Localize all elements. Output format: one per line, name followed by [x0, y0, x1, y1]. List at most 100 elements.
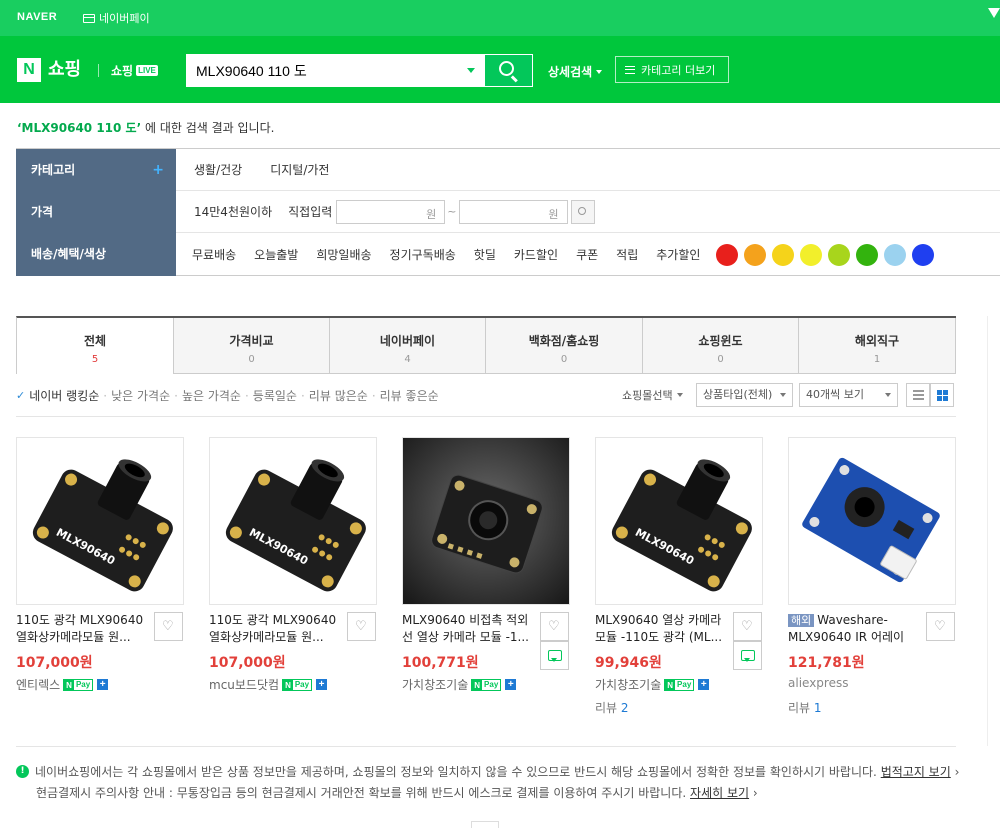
- shipping-item[interactable]: 쿠폰: [576, 246, 598, 263]
- product-card[interactable]: MLX90640 110도 광각 MLX90640 열화상카메라모듈 원... …: [209, 437, 379, 727]
- product-image[interactable]: [402, 437, 570, 605]
- product-price: 107,000원: [209, 655, 286, 671]
- sort-ranking[interactable]: 네이버 랭킹순: [29, 387, 99, 404]
- wishlist-button[interactable]: ♡: [347, 612, 376, 641]
- product-title[interactable]: 110도 광각 MLX90640 열화상카메라모듈 원...: [16, 612, 144, 646]
- shipping-item[interactable]: 오늘출발: [254, 246, 298, 263]
- tab-naver-pay[interactable]: 네이버페이 4: [330, 318, 486, 374]
- color-swatch[interactable]: [856, 243, 879, 266]
- wishlist-button[interactable]: ♡: [540, 612, 569, 641]
- product-card[interactable]: MLX90640 비접촉 적외선 열상 카메라 모듈 -1... ♡ 100,7…: [402, 437, 572, 727]
- product-mall[interactable]: 가치창조기술 N Pay +: [402, 676, 517, 693]
- product-mall[interactable]: aliexpress: [788, 676, 848, 690]
- sort-high-price[interactable]: 높은 가격순: [182, 387, 241, 404]
- sort-low-price[interactable]: 낮은 가격순: [111, 387, 170, 404]
- result-tabs: 전체 5 가격비교 0 네이버페이 4 백화점/홈쇼핑 0 쇼핑윈도 0 해외직…: [16, 316, 956, 374]
- chevron-down-icon: [885, 393, 891, 397]
- tab-shopping-window[interactable]: 쇼핑윈도 0: [643, 318, 799, 374]
- shipping-item[interactable]: 추가할인: [656, 246, 700, 263]
- shipping-item[interactable]: 적립: [616, 246, 638, 263]
- price-preset[interactable]: 14만4천원이하: [194, 203, 272, 220]
- result-keyword: ‘MLX90640 110 도’: [17, 121, 142, 135]
- product-card[interactable]: 해외Waveshare-MLX90640 IR 어레이 열 화... ♡ 121…: [788, 437, 958, 727]
- category-more-button[interactable]: 카테고리 더보기: [615, 56, 729, 83]
- legal-notice-link[interactable]: 법적고지 보기: [881, 765, 951, 779]
- tab-price-compare[interactable]: 가격비교 0: [174, 318, 330, 374]
- shopping-live-link[interactable]: 쇼핑 LIVE: [111, 62, 158, 79]
- npay-pay: Pay: [75, 680, 91, 689]
- detail-search-button[interactable]: 상세검색: [548, 63, 603, 80]
- shipping-item[interactable]: 희망일배송: [316, 246, 371, 263]
- npay-n: N: [665, 679, 676, 690]
- category-item[interactable]: 생활/건강: [194, 161, 242, 178]
- wishlist-button[interactable]: ♡: [926, 612, 955, 641]
- per-page-select[interactable]: 40개씩 보기: [799, 383, 898, 407]
- tab-overseas[interactable]: 해외직구 1: [799, 318, 956, 374]
- product-review[interactable]: 리뷰 2: [595, 699, 629, 716]
- product-price: 107,000원: [16, 655, 93, 671]
- wishlist-button[interactable]: ♡: [733, 612, 762, 641]
- sort-review-score[interactable]: 리뷰 좋은순: [380, 387, 439, 404]
- product-image[interactable]: MLX90640: [595, 437, 763, 605]
- shipping-row: 무료배송 오늘출발 희망일배송 정기구독배송 핫딜 카드할인 쿠폰 적립 추가할…: [176, 233, 1000, 276]
- wishlist-button[interactable]: ♡: [154, 612, 183, 641]
- sort-review-count[interactable]: 리뷰 많은순: [309, 387, 368, 404]
- product-review[interactable]: 리뷰 1: [788, 699, 822, 716]
- product-image[interactable]: MLX90640: [209, 437, 377, 605]
- product-card[interactable]: MLX90640 110도 광각 MLX90640 열화상카메라모듈 원... …: [16, 437, 186, 727]
- color-swatch[interactable]: [828, 243, 851, 266]
- product-mall[interactable]: 가치창조기술 N Pay +: [595, 676, 710, 693]
- shipping-item[interactable]: 무료배송: [192, 246, 236, 263]
- mall-select[interactable]: 쇼핑몰선택: [622, 387, 683, 403]
- color-swatch[interactable]: [716, 243, 739, 266]
- talk-button[interactable]: [733, 641, 762, 670]
- n-logo[interactable]: N: [17, 58, 41, 82]
- color-swatch[interactable]: [744, 243, 767, 266]
- shopping-logo-text[interactable]: 쇼핑: [48, 58, 81, 82]
- naver-pay-link[interactable]: 네이버페이: [83, 10, 150, 26]
- price-min-input[interactable]: 원: [336, 199, 446, 224]
- product-title[interactable]: MLX90640 열상 카메라 모듈 -110도 광각 (ML...: [595, 612, 723, 646]
- product-image[interactable]: MLX90640: [16, 437, 184, 605]
- info-icon: !: [16, 765, 29, 778]
- page-top-button[interactable]: [471, 821, 499, 828]
- grid-view-button[interactable]: [930, 383, 954, 407]
- shipping-item[interactable]: 카드할인: [514, 246, 558, 263]
- price-search-button[interactable]: [570, 199, 595, 224]
- product-mall[interactable]: 엔티렉스 N Pay +: [16, 676, 109, 693]
- notice-divider: [16, 746, 956, 747]
- search-button[interactable]: [485, 54, 533, 87]
- product-title[interactable]: 해외Waveshare-MLX90640 IR 어레이 열 화...: [788, 612, 916, 646]
- product-title[interactable]: 110도 광각 MLX90640 열화상카메라모듈 원...: [209, 612, 337, 646]
- shipping-item[interactable]: 핫딜: [474, 246, 496, 263]
- product-card[interactable]: MLX90640 MLX90640 열상 카메라 모듈 -110도 광각 (ML…: [595, 437, 765, 727]
- shipping-label: 배송/혜택/색상: [31, 247, 107, 261]
- product-image[interactable]: [788, 437, 956, 605]
- corner-arrow-icon[interactable]: [988, 8, 1000, 18]
- list-view-button[interactable]: [906, 383, 930, 407]
- product-mall[interactable]: mcu보드닷컴 N Pay +: [209, 676, 328, 693]
- category-item[interactable]: 디지털/가전: [270, 161, 329, 178]
- mall-name: 가치창조기술: [402, 678, 469, 692]
- shipping-item[interactable]: 정기구독배송: [390, 246, 456, 263]
- filter-label-category[interactable]: 카테고리 +: [16, 149, 176, 191]
- talk-button[interactable]: [540, 641, 569, 670]
- search-input[interactable]: [187, 55, 457, 86]
- color-swatch[interactable]: [912, 243, 935, 266]
- thermal-camera-module-image: MLX90640: [210, 438, 376, 604]
- color-swatch[interactable]: [800, 243, 823, 266]
- product-type-select[interactable]: 상품타입(전체): [696, 383, 793, 407]
- color-swatch[interactable]: [772, 243, 795, 266]
- sort-date[interactable]: 등록일순: [253, 387, 297, 404]
- product-title[interactable]: MLX90640 비접촉 적외선 열상 카메라 모듈 -1...: [402, 612, 530, 646]
- autocomplete-toggle-icon[interactable]: [467, 68, 475, 73]
- price-max-input[interactable]: 원: [458, 199, 568, 224]
- detail-link[interactable]: 자세히 보기: [690, 786, 749, 800]
- color-swatch[interactable]: [884, 243, 907, 266]
- plus-icon[interactable]: +: [152, 149, 164, 191]
- naver-logo[interactable]: NAVER: [17, 11, 57, 23]
- waveshare-module-image: [789, 438, 955, 604]
- npay-badge: N Pay: [63, 678, 94, 691]
- tab-all[interactable]: 전체 5: [17, 318, 174, 374]
- tab-department[interactable]: 백화점/홈쇼핑 0: [486, 318, 643, 374]
